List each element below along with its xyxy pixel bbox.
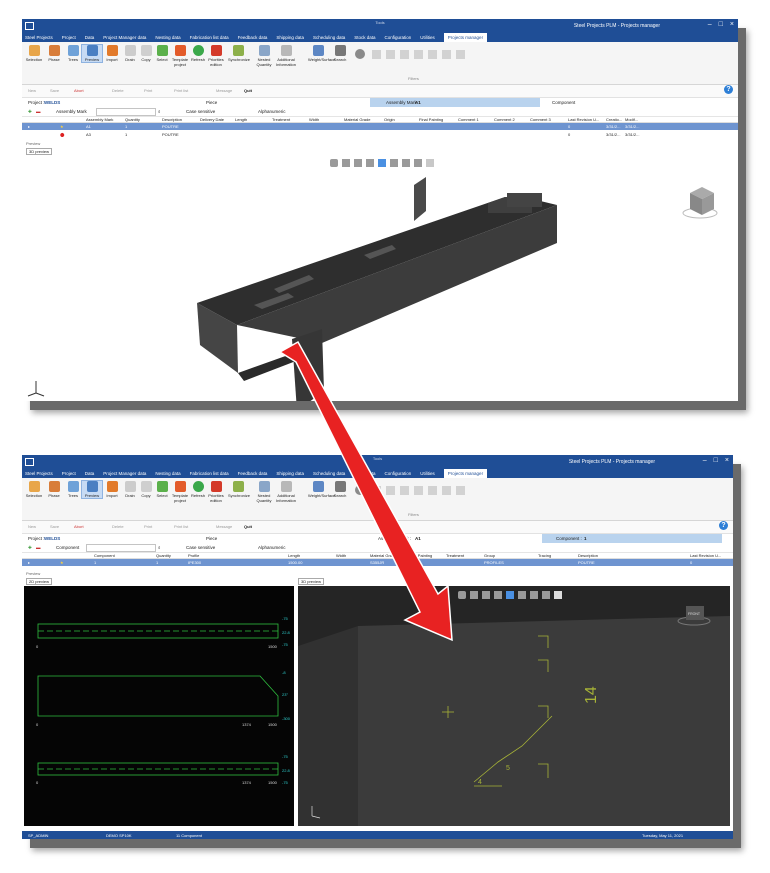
callout-arrow — [278, 340, 453, 642]
